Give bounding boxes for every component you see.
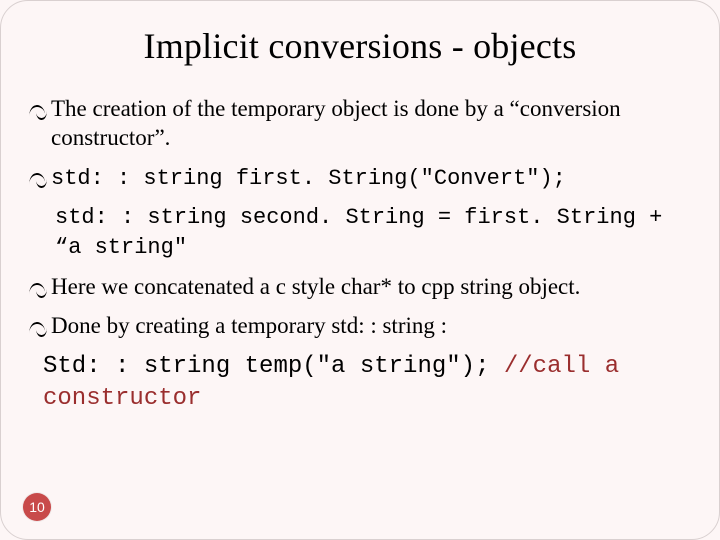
bullet-4: Done by creating a temporary std: : stri… <box>29 312 691 341</box>
bullet-4-text: Done by creating a temporary std: : stri… <box>51 313 447 338</box>
slide: Implicit conversions - objects The creat… <box>0 0 720 540</box>
bullet-2-code: std: : string first. String("Convert"); <box>51 166 566 191</box>
bullet-2: std: : string first. String("Convert"); <box>29 163 691 193</box>
code-line-2: constructor <box>43 383 691 415</box>
slide-content: The creation of the temporary object is … <box>29 95 691 415</box>
bullet-2-sub-code: std: : string second. String = first. St… <box>55 205 662 260</box>
slide-title: Implicit conversions - objects <box>29 25 691 67</box>
code-line-1b: //call a <box>504 353 619 380</box>
page-number-badge: 10 <box>23 493 51 521</box>
code-line-1: Std: : string temp("a string"); //call a <box>43 351 691 383</box>
code-line-1a: Std: : string temp("a string"); <box>43 353 504 380</box>
bullet-1-text: The creation of the temporary object is … <box>51 96 621 150</box>
bullet-1: The creation of the temporary object is … <box>29 95 691 153</box>
bullet-2-sub: std: : string second. String = first. St… <box>29 202 691 261</box>
code-block: Std: : string temp("a string"); //call a… <box>43 351 691 416</box>
bullet-3: Here we concatenated a c style char* to … <box>29 273 691 302</box>
bullet-3-text: Here we concatenated a c style char* to … <box>51 274 580 299</box>
